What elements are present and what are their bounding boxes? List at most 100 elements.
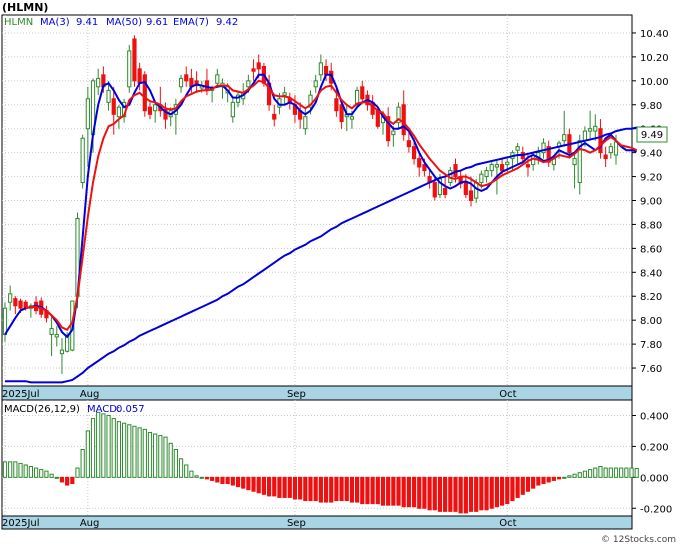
macd-bar: [406, 476, 411, 508]
candle-body: [588, 128, 593, 132]
price-y-tick-label: 8.80: [640, 220, 662, 231]
candle-body: [8, 293, 13, 303]
macd-bar: [417, 476, 422, 509]
price-y-tick-label: 10.40: [640, 29, 669, 40]
candle-body: [375, 110, 380, 127]
candle-body: [603, 154, 608, 160]
stock-chart: 10.4010.2010.009.809.609.409.209.008.808…: [1, 1, 676, 545]
macd-bar: [204, 476, 210, 480]
macd-bar: [541, 476, 546, 485]
macd-bar: [210, 476, 215, 481]
macd-bar: [598, 466, 603, 478]
price-legend: HLMN MA(3) 9.41 MA(50) 9.61 EMA(7) 9.42: [4, 17, 238, 28]
macd-bar: [479, 476, 484, 511]
legend-symbol: HLMN: [4, 17, 33, 28]
candle-body: [432, 182, 437, 198]
macd-bar: [329, 476, 334, 503]
macd-x-axis: 2025Jul Aug Sep Oct: [1, 515, 633, 530]
macd-bar: [313, 476, 318, 502]
legend-ma3-value: 9.41: [76, 17, 98, 28]
macd-bar: [515, 476, 520, 498]
x-tick-label-bottom: 2025Jul: [2, 518, 40, 529]
macd-bar: [525, 476, 531, 492]
price-y-tick-label: 9.00: [640, 197, 662, 208]
macd-bar: [44, 470, 49, 478]
candle-body: [59, 349, 65, 355]
price-y-tick-label: 9.40: [640, 149, 662, 160]
price-y-tick-label: 10.00: [640, 77, 669, 88]
candle-body: [13, 298, 18, 307]
price-y-tick-label: 8.20: [640, 292, 662, 303]
candle-body: [49, 328, 54, 336]
macd-bar: [49, 473, 54, 478]
macd-bar: [163, 436, 168, 478]
candle-body: [184, 74, 189, 82]
price-y-tick-label: 8.40: [640, 268, 662, 279]
candle-body: [323, 65, 329, 76]
macd-bar: [287, 476, 292, 498]
macd-bar: [391, 476, 396, 506]
macd-bar: [241, 476, 246, 489]
macd-bar: [613, 467, 619, 478]
macd-bar: [432, 476, 437, 511]
candle-body: [127, 50, 132, 88]
legend-ma50-label: MA(50): [106, 17, 142, 28]
x-tick-label-top: Oct: [499, 389, 516, 400]
macd-bar: [54, 476, 59, 479]
macd-bar: [116, 421, 122, 478]
macd-bar: [629, 467, 634, 478]
macd-bar: [2, 461, 8, 478]
price-y-tick-label: 8.60: [640, 244, 662, 255]
candle-body: [608, 146, 613, 154]
candle-body: [334, 98, 339, 112]
candle-body: [313, 80, 318, 88]
macd-bar: [33, 467, 39, 478]
macd-bar: [153, 433, 158, 478]
macd-bar: [168, 442, 173, 478]
candle-body: [417, 158, 422, 168]
macd-bar: [277, 476, 282, 498]
macd-bar: [235, 476, 241, 488]
candle-body: [251, 68, 256, 72]
candle-body: [349, 116, 355, 120]
candle-body: [525, 164, 531, 168]
candle-body: [474, 182, 479, 199]
macd-bar: [354, 476, 360, 503]
macd-bar: [443, 476, 448, 512]
macd-bar: [588, 469, 593, 478]
macd-bar: [608, 467, 613, 478]
macd-bar: [411, 476, 417, 508]
macd-bar: [121, 422, 127, 478]
candle-body: [468, 190, 474, 202]
candle-body: [142, 74, 147, 112]
macd-bar: [132, 425, 137, 478]
candle-body: [153, 104, 158, 112]
macd-bar: [489, 476, 494, 509]
macd-bar: [308, 476, 313, 502]
macd-bar: [556, 476, 562, 480]
macd-bar: [536, 476, 541, 486]
macd-bar: [546, 476, 551, 483]
macd-bar: [85, 430, 90, 478]
current-price-label: 9.49: [641, 130, 663, 141]
candle-body: [479, 173, 484, 184]
macd-bar: [292, 476, 298, 500]
macd-bar: [256, 476, 261, 494]
macd-bar: [453, 476, 458, 512]
candle-body: [463, 182, 468, 196]
macd-bar: [582, 470, 588, 478]
macd-bar: [230, 476, 235, 486]
macd-bar: [474, 476, 479, 512]
macd-legend-value: 0.057: [116, 404, 145, 415]
macd-bar: [624, 467, 629, 478]
candle-body: [613, 141, 619, 156]
macd-bar: [266, 476, 272, 497]
price-y-tick-label: 7.80: [640, 340, 662, 351]
watermark: © 12Stocks.com: [601, 535, 676, 545]
macd-bar: [80, 448, 85, 478]
macd-bar: [59, 476, 65, 483]
macd-bar: [251, 476, 256, 492]
macd-legend-name: MACD(26,12,9): [4, 404, 80, 415]
macd-bar: [386, 476, 391, 506]
macd-bar: [158, 435, 163, 478]
